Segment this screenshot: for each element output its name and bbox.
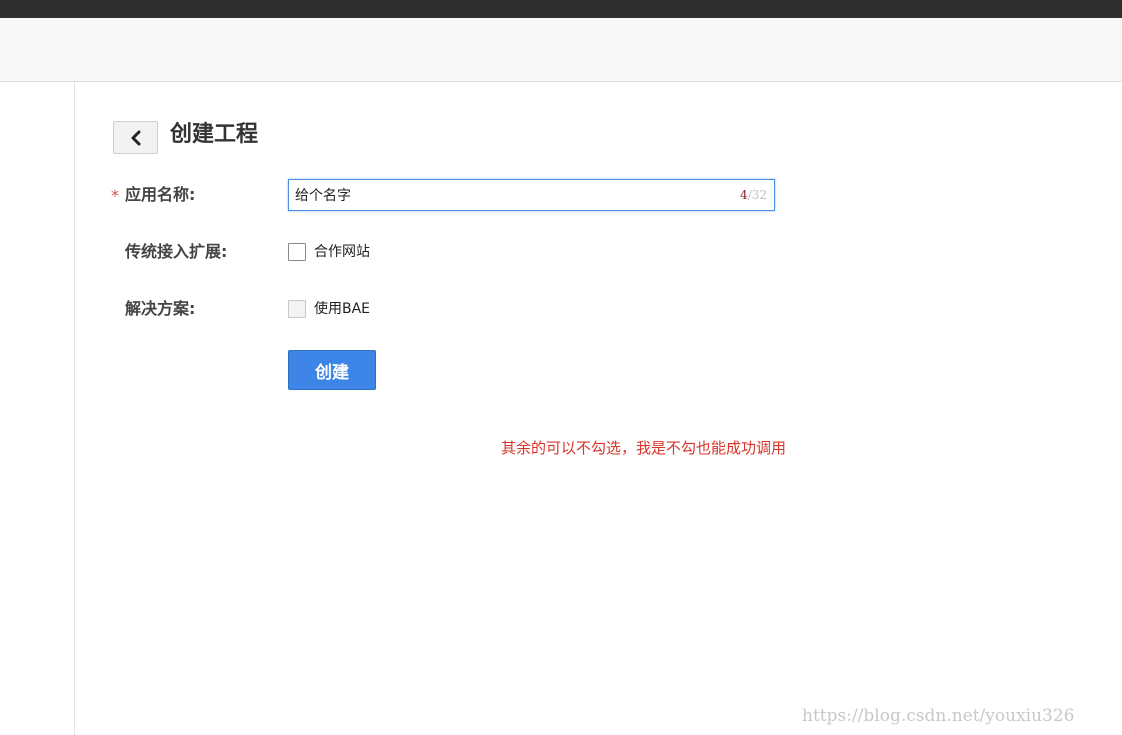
sub-header (0, 18, 1122, 82)
solution-label: 解决方案: (125, 299, 196, 318)
page-title: 创建工程 (170, 122, 259, 147)
app-name-field[interactable]: 4/32 (288, 179, 775, 211)
sidebar (0, 82, 75, 735)
required-mark: * (111, 186, 119, 205)
top-bar (0, 0, 1122, 18)
watermark: https://blog.csdn.net/youxiu326 (802, 706, 1075, 726)
char-counter: 4/32 (740, 187, 767, 203)
partner-site-checkbox[interactable] (288, 243, 306, 261)
use-bae-checkbox-label[interactable]: 使用BAE (314, 300, 370, 318)
chevron-left-icon (131, 130, 140, 145)
create-button[interactable]: 创建 (288, 350, 376, 390)
app-name-input[interactable] (295, 184, 715, 206)
legacy-extension-label: 传统接入扩展: (125, 242, 228, 261)
char-counter-current: 4 (740, 188, 748, 202)
app-name-label: 应用名称: (125, 185, 196, 204)
use-bae-checkbox[interactable] (288, 300, 306, 318)
annotation-note: 其余的可以不勾选，我是不勾也能成功调用 (501, 439, 787, 457)
back-button[interactable] (113, 121, 158, 154)
char-counter-max: /32 (747, 188, 767, 202)
partner-site-checkbox-label[interactable]: 合作网站 (314, 243, 370, 261)
